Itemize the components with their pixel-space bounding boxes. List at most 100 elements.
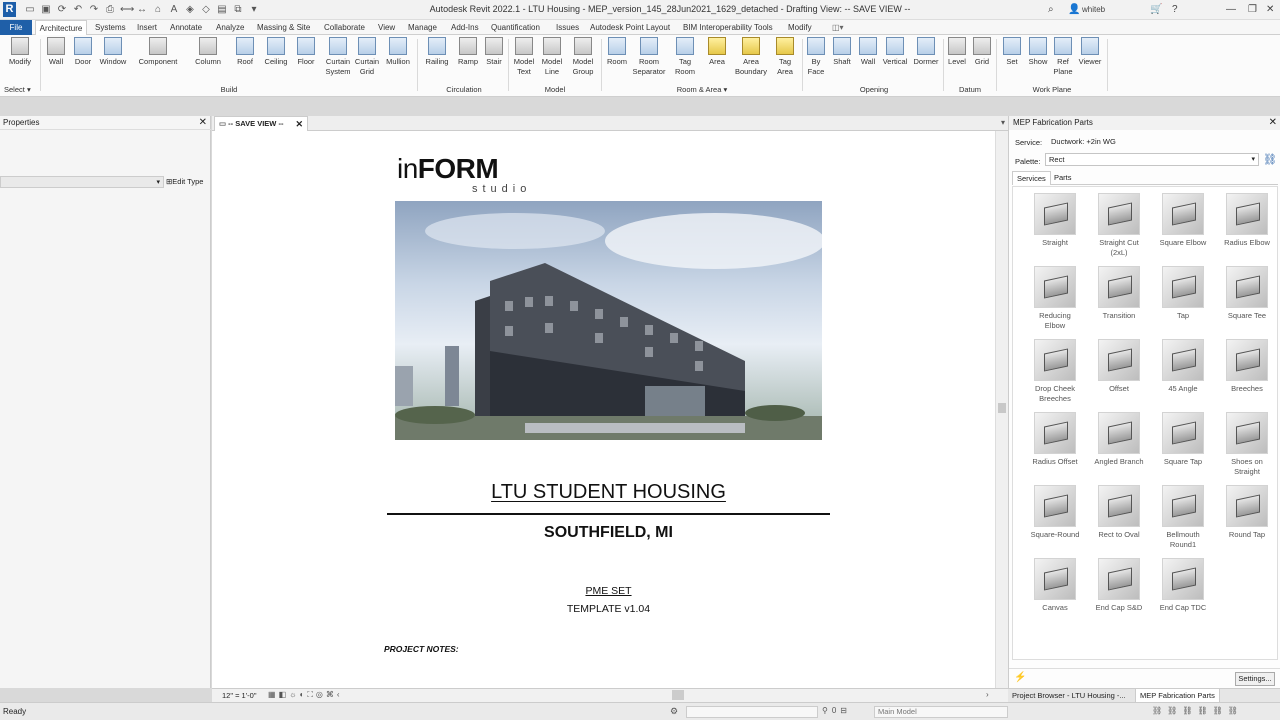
- fabrication-part-item[interactable]: Offset: [1087, 339, 1151, 394]
- fabrication-part-item[interactable]: Round Tap: [1215, 485, 1279, 540]
- tab-file[interactable]: File: [0, 20, 32, 35]
- ceiling-button[interactable]: Ceiling: [261, 37, 291, 67]
- thin-lines-icon[interactable]: ▤: [216, 3, 228, 16]
- model-selector[interactable]: Main Model: [874, 706, 1008, 718]
- tab-insert[interactable]: Insert: [137, 20, 157, 35]
- open-icon[interactable]: ▭: [24, 3, 36, 16]
- fabrication-part-item[interactable]: Straight: [1023, 193, 1087, 248]
- tab-bim-interoperability[interactable]: BIM Interoperability Tools: [683, 20, 773, 35]
- reveal-hidden-icon[interactable]: ⌘: [326, 690, 337, 699]
- fabrication-part-item[interactable]: Straight Cut (2xL): [1087, 193, 1151, 258]
- fabrication-part-item[interactable]: Radius Elbow: [1215, 193, 1279, 248]
- fabrication-part-item[interactable]: Bellmouth Round1: [1151, 485, 1215, 550]
- level-button[interactable]: Level: [946, 37, 968, 67]
- room-separator-button[interactable]: Room Separator: [632, 37, 666, 77]
- tab-point-layout[interactable]: Autodesk Point Layout: [590, 20, 670, 35]
- area-boundary-button[interactable]: Area Boundary: [732, 37, 770, 77]
- floor-button[interactable]: Floor: [293, 37, 319, 67]
- tab-collaborate[interactable]: Collaborate: [324, 20, 365, 35]
- tab-services[interactable]: Services: [1012, 171, 1051, 185]
- fabrication-part-item[interactable]: Shoes on Straight: [1215, 412, 1279, 477]
- fabrication-part-item[interactable]: Rect to Oval: [1087, 485, 1151, 540]
- workset-selector[interactable]: [686, 706, 818, 718]
- mullion-button[interactable]: Mullion: [383, 37, 413, 67]
- fabrication-part-item[interactable]: Reducing Elbow: [1023, 266, 1087, 331]
- design-option-icons[interactable]: ⚲0⊟: [822, 706, 851, 715]
- close-icon[interactable]: ✕: [1266, 3, 1274, 16]
- tag-room-button[interactable]: Tag Room: [672, 37, 698, 77]
- fabrication-part-item[interactable]: End Cap TDC: [1151, 558, 1215, 613]
- qat-dropdown-icon[interactable]: ▾: [248, 3, 260, 16]
- scrollbar-thumb[interactable]: [998, 403, 1006, 413]
- stair-button[interactable]: Stair: [482, 37, 506, 67]
- visual-style-icon[interactable]: ◧: [279, 690, 290, 699]
- undo-icon[interactable]: ↶: [72, 3, 84, 16]
- scroll-left-icon[interactable]: ‹: [337, 690, 343, 699]
- model-text-button[interactable]: Model Text: [511, 37, 537, 77]
- tab-add-ins[interactable]: Add-Ins: [451, 20, 479, 35]
- vertical-button[interactable]: Vertical: [881, 37, 909, 67]
- tab-issues[interactable]: Issues: [556, 20, 579, 35]
- fabrication-part-item[interactable]: Radius Offset: [1023, 412, 1087, 467]
- sections-icon[interactable]: ◇: [200, 3, 212, 16]
- detail-level-icon[interactable]: ▦: [268, 690, 279, 699]
- fabrication-part-item[interactable]: Square Tee: [1215, 266, 1279, 321]
- dimension-icon[interactable]: ↔: [136, 3, 148, 16]
- vertical-scrollbar[interactable]: [995, 131, 1008, 688]
- tab-list-icon[interactable]: ▾: [1001, 118, 1005, 127]
- model-line-button[interactable]: Model Line: [539, 37, 565, 77]
- model-group-button[interactable]: Model Group: [568, 37, 598, 77]
- select-dropdown[interactable]: Select ▾: [4, 85, 38, 94]
- curtain-grid-button[interactable]: Curtain Grid: [353, 37, 381, 77]
- roof-button[interactable]: Roof: [232, 37, 258, 67]
- tab-overflow-icon[interactable]: ◫▾: [832, 20, 844, 35]
- railing-button[interactable]: Railing: [422, 37, 452, 67]
- view-control-icons[interactable]: ▦◧☼◐⛶◎⌘‹: [268, 690, 343, 700]
- fabrication-part-item[interactable]: Square Elbow: [1151, 193, 1215, 248]
- fabrication-part-item[interactable]: Square-Round: [1023, 485, 1087, 540]
- crop-icon[interactable]: ⛶: [307, 690, 316, 699]
- tab-annotate[interactable]: Annotate: [170, 20, 202, 35]
- default-3d-icon[interactable]: ◈: [184, 3, 196, 16]
- ramp-button[interactable]: Ramp: [455, 37, 481, 67]
- save-icon[interactable]: ▣: [40, 3, 52, 16]
- wall-button[interactable]: Wall: [44, 37, 68, 67]
- fabrication-part-item[interactable]: Canvas: [1023, 558, 1087, 613]
- component-button[interactable]: Component: [134, 37, 182, 67]
- selection-filter-icons[interactable]: ⛓⛓⛓⛓⛓⛓: [1152, 706, 1243, 715]
- palette-select[interactable]: Rect ▾: [1045, 153, 1259, 166]
- shaft-button[interactable]: Shaft: [829, 37, 855, 67]
- sun-path-icon[interactable]: ☼: [289, 690, 299, 699]
- help-icon[interactable]: ?: [1172, 3, 1178, 16]
- door-button[interactable]: Door: [71, 37, 95, 67]
- dormer-button[interactable]: Dormer: [910, 37, 942, 67]
- tag-icon[interactable]: ⌂: [152, 3, 164, 16]
- column-button[interactable]: Column: [190, 37, 226, 67]
- fabrication-part-item[interactable]: Transition: [1087, 266, 1151, 321]
- palette-config-icon[interactable]: ⛓: [1263, 153, 1277, 166]
- type-selector[interactable]: ▾: [0, 176, 164, 188]
- tab-analyze[interactable]: Analyze: [216, 20, 244, 35]
- edit-type-button[interactable]: ⊞Edit Type: [166, 177, 203, 186]
- redo-icon[interactable]: ↷: [88, 3, 100, 16]
- viewer-button[interactable]: Viewer: [1076, 37, 1104, 67]
- user-name[interactable]: whiteb: [1082, 3, 1105, 16]
- tab-parts[interactable]: Parts: [1050, 171, 1076, 185]
- wall-opening-button[interactable]: Wall: [856, 37, 880, 67]
- modify-button[interactable]: Modify: [4, 37, 36, 67]
- tab-project-browser[interactable]: Project Browser - LTU Housing -...: [1008, 689, 1130, 703]
- area-button[interactable]: Area: [704, 37, 730, 67]
- measure-icon[interactable]: ⟷: [120, 3, 134, 16]
- set-button[interactable]: Set: [1000, 37, 1024, 67]
- drafting-view-canvas[interactable]: inFORM studio LTU STUDENT HOUSING SOUTHF…: [212, 131, 995, 688]
- minimize-icon[interactable]: —: [1226, 3, 1236, 16]
- tab-mep-fabrication-parts[interactable]: MEP Fabrication Parts: [1135, 689, 1220, 703]
- tab-close-icon[interactable]: ✕: [295, 117, 303, 131]
- settings-button[interactable]: Settings...: [1235, 672, 1275, 686]
- tab-manage[interactable]: Manage: [408, 20, 437, 35]
- by-face-button[interactable]: By Face: [805, 37, 827, 77]
- group-room-area[interactable]: Room & Area ▾: [604, 85, 800, 94]
- worksets-icon[interactable]: ⚙: [670, 706, 678, 717]
- text-icon[interactable]: A: [168, 3, 180, 16]
- maximize-icon[interactable]: ❐: [1248, 3, 1257, 16]
